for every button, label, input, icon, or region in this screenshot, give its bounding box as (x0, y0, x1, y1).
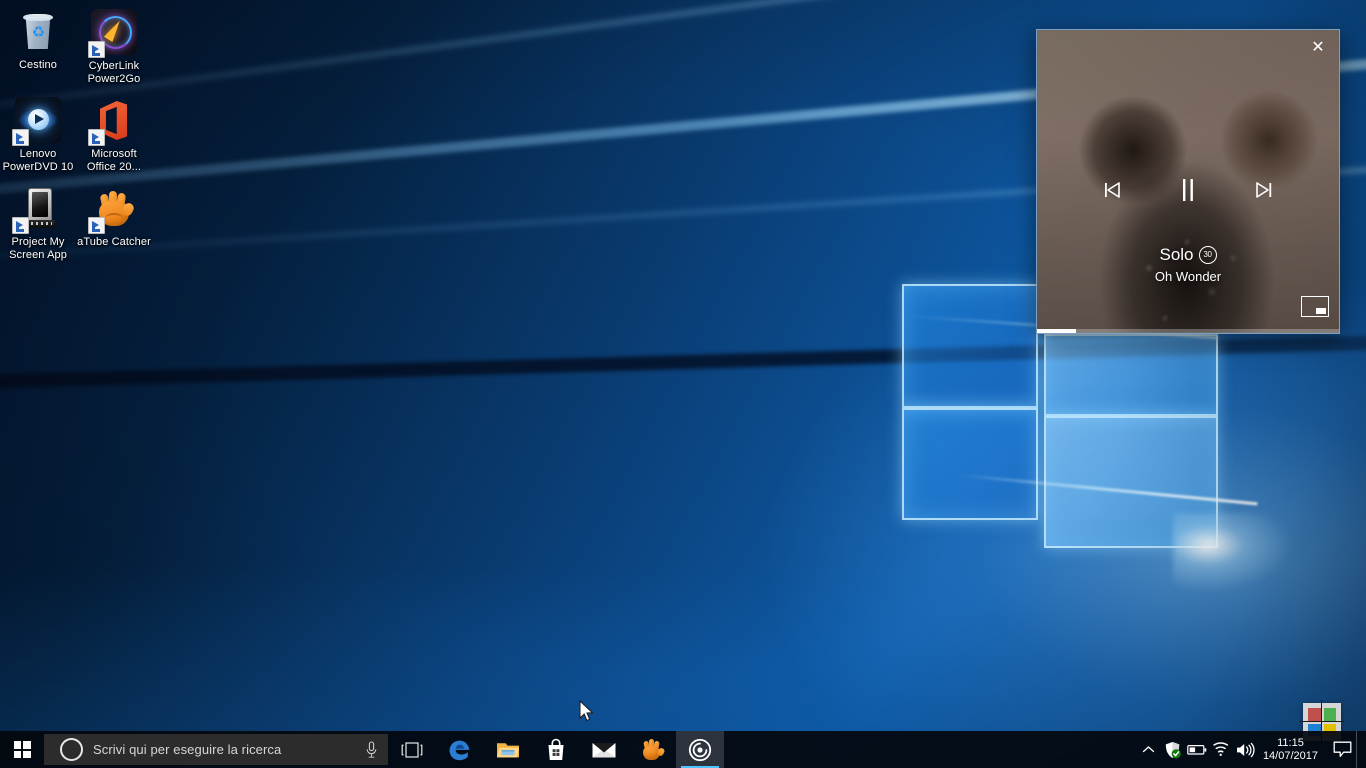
project-my-screen-icon (12, 185, 62, 234)
atube-catcher-icon (88, 185, 138, 234)
next-track-button[interactable] (1244, 170, 1284, 210)
speaker-icon[interactable] (1233, 731, 1257, 768)
playback-progress-fill (1037, 329, 1077, 333)
desktop-icon-cestino[interactable]: ♻ Cestino (0, 4, 76, 92)
mini-view-icon[interactable] (1301, 296, 1329, 317)
clock-date: 14/07/2017 (1262, 749, 1318, 762)
taskbar-button-microsoft-edge[interactable] (436, 731, 484, 768)
playback-progress-bar[interactable] (1037, 329, 1339, 333)
taskbar-button-file-explorer[interactable] (484, 731, 532, 768)
desktop-icon-label: aTube Catcher (77, 236, 151, 248)
taskbar-clock[interactable]: 11:15 14/07/2017 (1257, 731, 1328, 768)
desktop-icon-grid: ♻ Cestino CyberLink Power2Go Lenovo Powe… (0, 4, 152, 268)
show-desktop-button[interactable] (1356, 731, 1364, 768)
desktop-icon-row: Project My Screen App aTube Catcher (0, 180, 152, 268)
taskbar-app-buttons (388, 731, 724, 768)
shield-icon[interactable] (1161, 731, 1185, 768)
taskbar-button-task-view[interactable] (388, 731, 436, 768)
track-title-row: Solo 30 (1037, 244, 1339, 266)
shortcut-arrow-icon (88, 129, 105, 146)
taskbar-button-groove-music[interactable] (676, 731, 724, 768)
action-center-icon[interactable] (1328, 731, 1356, 768)
taskbar-button-mail[interactable] (580, 731, 628, 768)
microsoft-office-icon (88, 97, 138, 146)
media-transport-controls (1037, 170, 1339, 210)
desktop-icon-label: Microsoft Office 20... (86, 148, 142, 173)
desktop-icon-row: ♻ Cestino CyberLink Power2Go (0, 4, 152, 92)
cortana-circle-icon (60, 738, 83, 761)
desktop-icon-microsoft-office[interactable]: Microsoft Office 20... (76, 92, 152, 180)
desktop-icon-label: Project My Screen App (9, 236, 67, 261)
cyberlink-power2go-icon (88, 9, 138, 58)
clock-time: 11:15 (1277, 736, 1304, 749)
desktop-icon-atube-catcher[interactable]: aTube Catcher (76, 180, 152, 268)
desktop-icon-label: CyberLink Power2Go (87, 60, 141, 85)
lenovo-powerdvd-icon (12, 97, 62, 146)
system-tray: 11:15 14/07/2017 (1137, 731, 1366, 768)
wifi-icon[interactable] (1209, 731, 1233, 768)
pause-button[interactable] (1168, 170, 1208, 210)
track-info: Solo 30 Oh Wonder (1037, 244, 1339, 286)
close-icon[interactable]: ✕ (1301, 34, 1335, 62)
taskbar-spacer (724, 731, 1137, 768)
age-rating-badge: 30 (1198, 246, 1217, 264)
windows-logo-icon (13, 741, 31, 758)
shortcut-arrow-icon (12, 129, 29, 146)
taskbar-button-microsoft-store[interactable] (532, 731, 580, 768)
microphone-icon[interactable] (354, 740, 388, 759)
track-title: Solo (1159, 245, 1194, 264)
shortcut-arrow-icon (88, 41, 105, 58)
shortcut-arrow-icon (88, 217, 105, 234)
desktop-icon-label: Cestino (19, 59, 57, 71)
groove-music-popup[interactable]: ✕ Solo 30 Oh Wonder (1036, 29, 1340, 334)
desktop-icon-cyberlink-power2go[interactable]: CyberLink Power2Go (76, 4, 152, 92)
track-artist: Oh Wonder (1154, 269, 1222, 284)
desktop-icon-label: Lenovo PowerDVD 10 (2, 148, 74, 173)
desktop-screen: ♻ Cestino CyberLink Power2Go Lenovo Powe… (0, 0, 1366, 768)
search-input[interactable]: Scrivi qui per eseguire la ricerca (44, 734, 388, 765)
recycle-bin-icon: ♻ (14, 8, 62, 56)
battery-icon[interactable] (1185, 731, 1209, 768)
start-button[interactable] (0, 731, 44, 768)
shortcut-arrow-icon (12, 217, 29, 234)
chevron-up-icon[interactable] (1137, 731, 1161, 768)
desktop-icon-lenovo-powerdvd[interactable]: Lenovo PowerDVD 10 (0, 92, 76, 180)
previous-track-button[interactable] (1092, 170, 1132, 210)
desktop-icon-row: Lenovo PowerDVD 10 Microsoft Office 20..… (0, 92, 152, 180)
taskbar-button-atube-catcher[interactable] (628, 731, 676, 768)
search-placeholder: Scrivi qui per eseguire la ricerca (93, 742, 282, 757)
desktop-icon-project-my-screen[interactable]: Project My Screen App (0, 180, 76, 268)
taskbar: Scrivi qui per eseguire la ricerca 11:15… (0, 731, 1366, 768)
